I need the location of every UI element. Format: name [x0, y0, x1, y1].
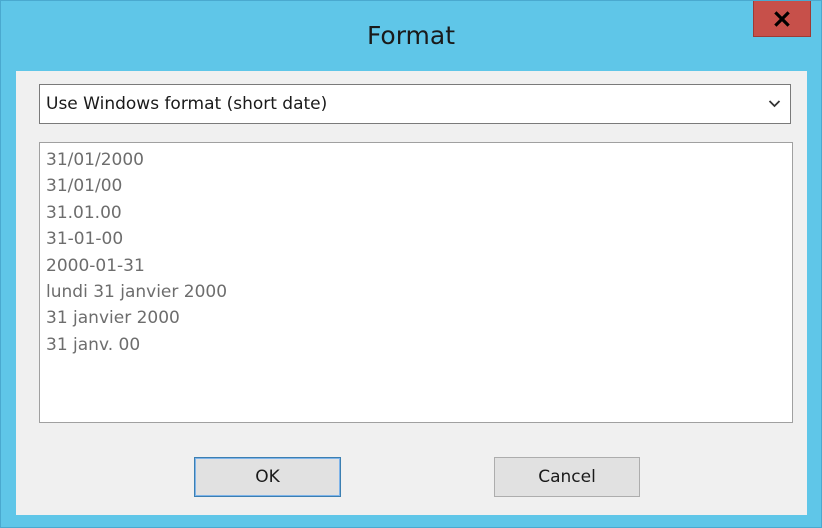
title-bar[interactable]: Format — [1, 1, 821, 71]
list-item[interactable]: 31/01/00 — [46, 173, 227, 199]
window-title: Format — [366, 21, 456, 50]
close-icon — [774, 10, 790, 27]
cancel-button[interactable]: Cancel — [494, 457, 640, 497]
chevron-down-icon[interactable] — [768, 99, 781, 109]
format-select-value: Use Windows format (short date) — [46, 94, 328, 114]
format-list-items: 31/01/2000 31/01/00 31.01.00 31-01-00 20… — [46, 147, 227, 358]
format-list[interactable]: 31/01/2000 31/01/00 31.01.00 31-01-00 20… — [39, 142, 793, 423]
close-button[interactable] — [753, 1, 811, 37]
list-item[interactable]: 31/01/2000 — [46, 147, 227, 173]
list-item[interactable]: 2000-01-31 — [46, 253, 227, 279]
list-item[interactable]: 31-01-00 — [46, 226, 227, 252]
dialog-body: Use Windows format (short date) 31/01/20… — [16, 71, 807, 515]
ok-button[interactable]: OK — [194, 457, 341, 497]
list-item[interactable]: 31 janvier 2000 — [46, 305, 227, 331]
list-item[interactable]: 31.01.00 — [46, 200, 227, 226]
list-item[interactable]: lundi 31 janvier 2000 — [46, 279, 227, 305]
format-dialog-window: Format Use Windows format (short date) 3… — [0, 0, 822, 528]
list-item[interactable]: 31 janv. 00 — [46, 332, 227, 358]
format-select[interactable]: Use Windows format (short date) — [39, 84, 791, 124]
